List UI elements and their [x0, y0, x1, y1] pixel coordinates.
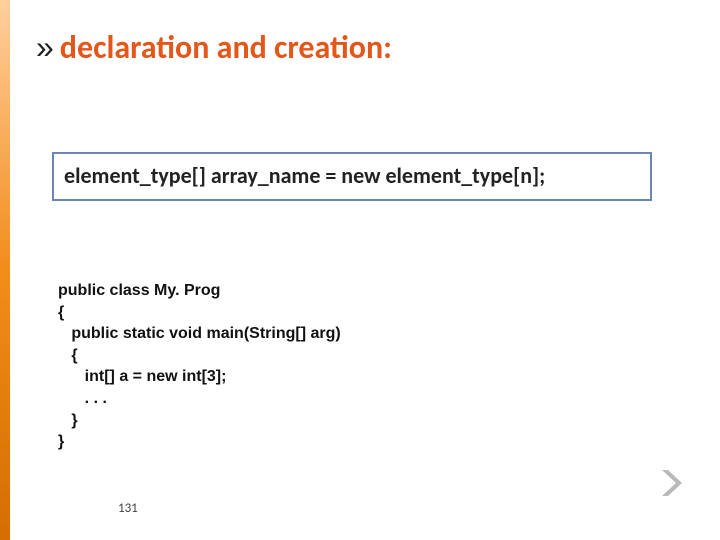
- syntax-box: element_type[] array_name = new element_…: [52, 152, 652, 201]
- title-bullet-chevron: »: [36, 29, 54, 65]
- syntax-text: element_type[] array_name = new element_…: [64, 162, 545, 189]
- code-line-8: }: [58, 433, 64, 450]
- code-line-2: {: [58, 304, 64, 321]
- code-line-6: . . .: [58, 390, 107, 407]
- code-line-3: public static void main(String[] arg): [58, 325, 341, 342]
- left-accent-bar: [0, 0, 10, 540]
- title-text: declaration and creation:: [60, 28, 392, 67]
- code-line-1: public class My. Prog: [58, 282, 220, 299]
- slide-title: »declaration and creation:: [36, 28, 392, 67]
- next-chevron-icon: [656, 466, 690, 500]
- page-number: 131: [118, 501, 138, 516]
- code-example: public class My. Prog { public static vo…: [58, 280, 341, 453]
- slide: »declaration and creation: element_type[…: [0, 0, 720, 540]
- code-line-4: {: [58, 347, 78, 364]
- code-line-7: }: [58, 412, 78, 429]
- code-line-5: int[] a = new int[3];: [58, 368, 226, 385]
